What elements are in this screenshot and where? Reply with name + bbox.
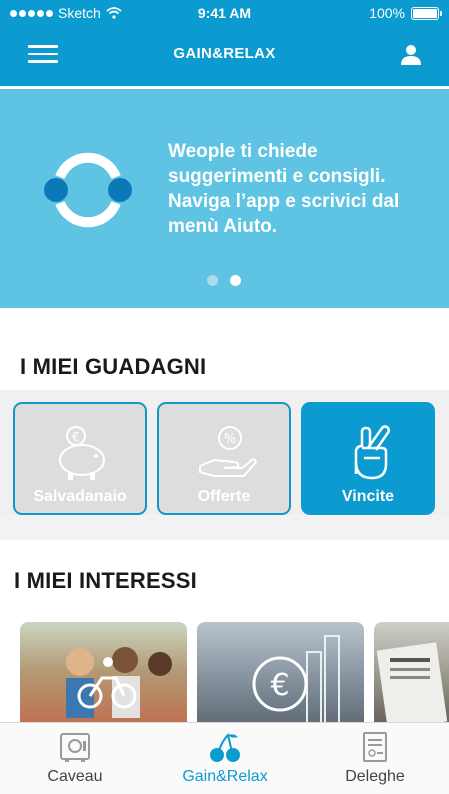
- hero-line: menù Aiuto.: [168, 216, 278, 237]
- weople-logo-icon: [44, 152, 132, 228]
- status-right: 100%: [369, 5, 442, 21]
- cyclist-icon: [66, 647, 172, 718]
- piggy-bank-icon: €: [59, 426, 105, 480]
- card-label: Salvadanaio: [33, 488, 127, 505]
- page-title: GAIN&RELAX: [173, 45, 276, 62]
- hero-banner[interactable]: Weople ti chiede suggerimenti e consigli…: [0, 89, 449, 308]
- battery-label: 100%: [369, 5, 405, 21]
- hero-line: Naviga l’app e scrivici dal: [168, 191, 400, 212]
- interessi-carousel[interactable]: €: [0, 605, 449, 725]
- user-icon[interactable]: [399, 42, 423, 66]
- tab-label: Deleghe: [345, 768, 405, 785]
- card-label: Offerte: [197, 488, 251, 505]
- app-header: Sketch 9:41 AM 100% GAIN&RELAX: [0, 0, 449, 86]
- interest-card-news[interactable]: [374, 622, 449, 725]
- card-vincite[interactable]: Vincite: [301, 402, 435, 515]
- svg-text:€: €: [270, 668, 289, 703]
- guadagni-section-header: I MIEI GUADAGNI: [0, 308, 449, 390]
- document-icon: [363, 732, 387, 762]
- pager-dot[interactable]: [207, 275, 218, 286]
- battery-icon: [411, 6, 442, 20]
- interest-card-finance[interactable]: €: [197, 622, 364, 725]
- tab-label: Caveau: [47, 768, 103, 785]
- newspaper-icon: [376, 642, 448, 725]
- crossed-fingers-icon: [354, 425, 391, 480]
- section-title: I MIEI INTERESSI: [14, 568, 197, 593]
- pager-dot-active[interactable]: [230, 275, 241, 286]
- hero-line: Weople ti chiede: [168, 141, 318, 162]
- card-label: Vincite: [341, 488, 395, 505]
- offer-hand-icon: %: [199, 426, 258, 477]
- cherries-icon: [210, 733, 240, 762]
- tab-caveau[interactable]: Caveau: [0, 723, 150, 794]
- status-bar: Sketch 9:41 AM 100%: [0, 0, 449, 26]
- section-title: I MIEI GUADAGNI: [20, 354, 207, 379]
- carousel-pager: [207, 275, 241, 286]
- tab-label: Gain&Relax: [182, 768, 268, 785]
- tab-gain-relax[interactable]: Gain&Relax: [150, 723, 300, 794]
- hero-message: Weople ti chiede suggerimenti e consigli…: [168, 139, 433, 239]
- hero-line: suggerimenti e consigli.: [168, 166, 386, 187]
- card-salvadanaio[interactable]: € Salvadanaio: [13, 402, 147, 515]
- guadagni-cards: € Salvadanaio % Offerte Vincite: [0, 390, 449, 515]
- interest-card-sport[interactable]: [20, 622, 187, 725]
- bottom-tab-bar: Caveau Gain&Relax Deleghe: [0, 722, 449, 794]
- tab-deleghe[interactable]: Deleghe: [300, 723, 449, 794]
- interessi-section-header: I MIEI INTERESSI: [0, 540, 449, 605]
- euro-chart-icon: €: [252, 635, 340, 725]
- svg-text:€: €: [72, 430, 80, 444]
- svg-text:%: %: [224, 432, 236, 447]
- card-offerte[interactable]: % Offerte: [157, 402, 291, 515]
- safe-icon: [60, 733, 90, 762]
